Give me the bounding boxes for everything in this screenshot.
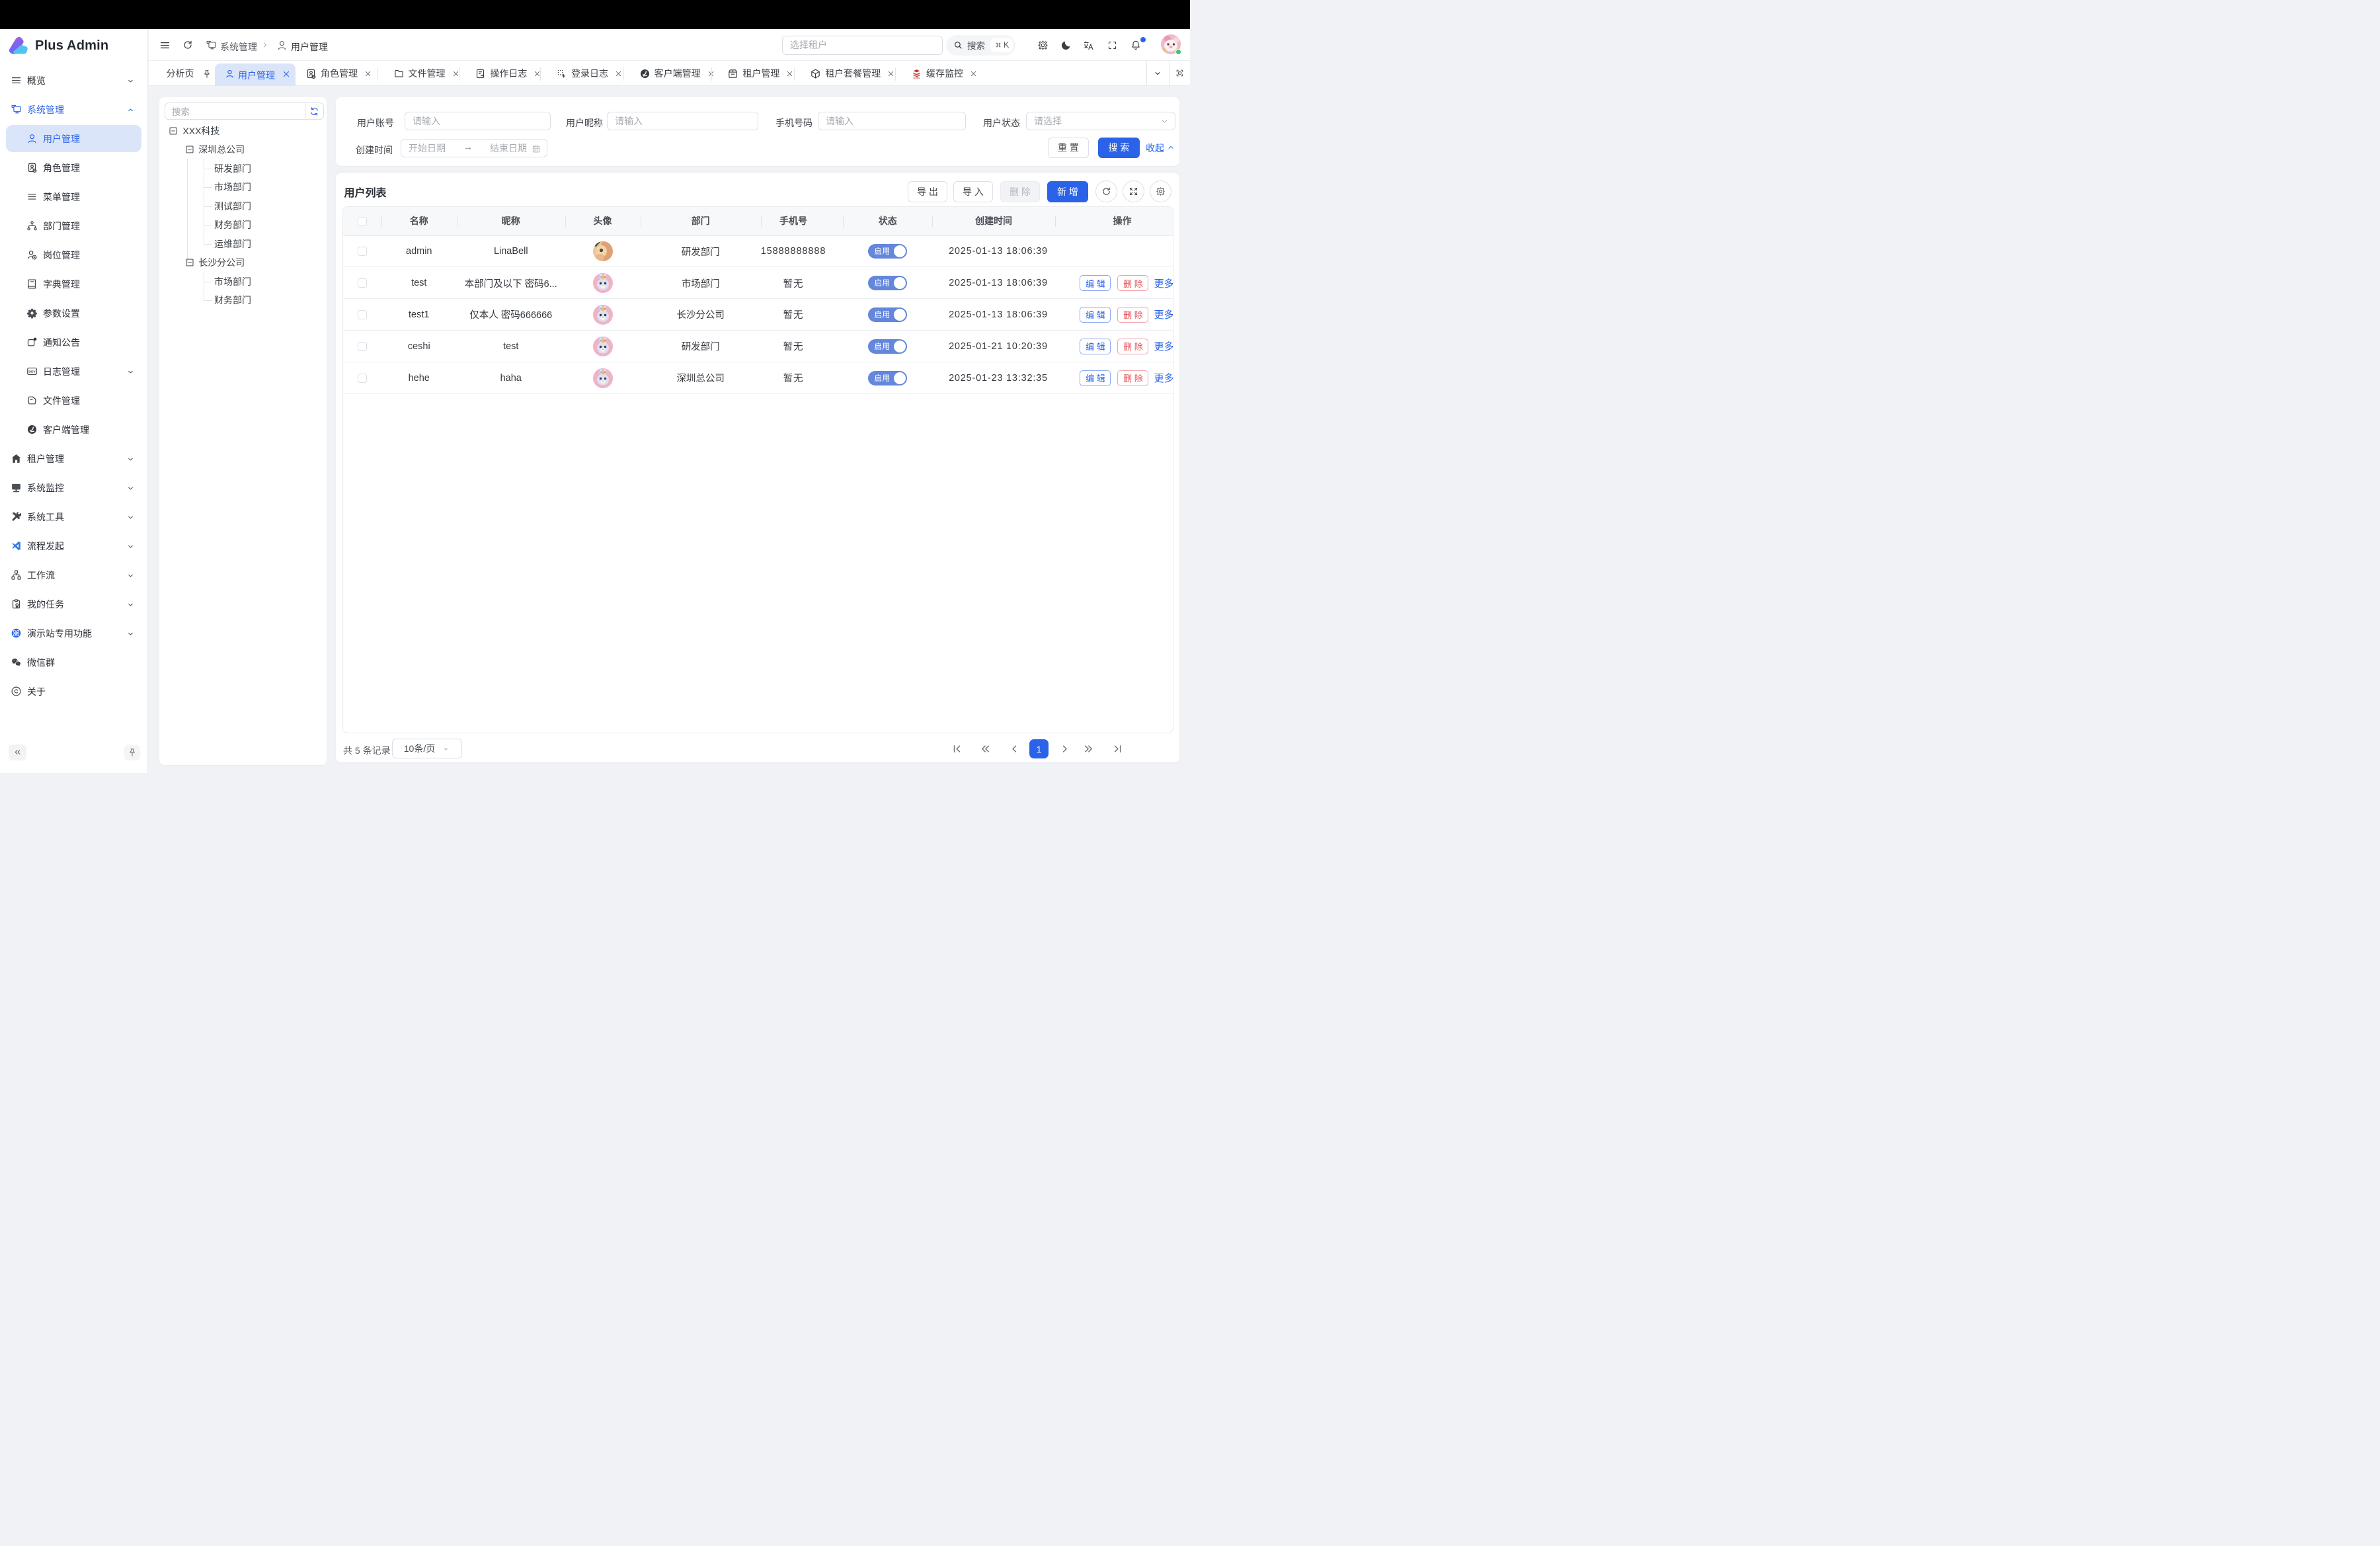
svg-text:DEV: DEV <box>28 370 36 374</box>
svg-text:redis: redis <box>914 77 921 79</box>
